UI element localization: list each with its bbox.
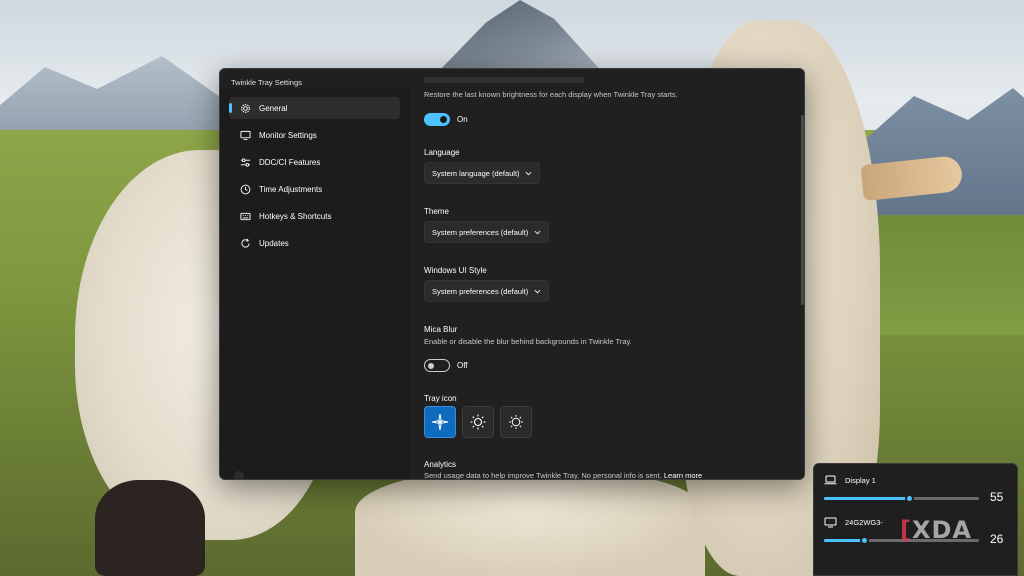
window-title: Twinkle Tray Settings [231, 78, 302, 87]
gear-icon [233, 103, 257, 114]
analytics-description-text: Send usage data to help improve Twinkle … [424, 471, 662, 480]
mica-blur-label: Mica Blur [424, 325, 458, 334]
mica-blur-state: Off [457, 361, 468, 370]
sidebar-item-time-adjustments[interactable]: Time Adjustments [229, 178, 400, 200]
analytics-label: Analytics [424, 460, 457, 469]
wallpaper-sheep-head [95, 480, 205, 576]
keyboard-icon [233, 211, 257, 222]
display-1-brightness-value: 55 [990, 490, 1004, 504]
sidebar-item-label: General [259, 103, 288, 113]
windows-ui-style-value: System preferences (default) [432, 286, 529, 296]
chevron-down-icon [525, 171, 532, 176]
tray-icon-label: Tray icon [424, 394, 457, 403]
restore-brightness-title-clipped [424, 77, 584, 83]
display-2-name: 24G2WG3- [845, 518, 883, 527]
display-2-row: 24G2WG3- [824, 517, 883, 528]
general-settings-panel: Restore the last known brightness for ea… [410, 69, 804, 480]
sidebar-item-hotkeys-shortcuts[interactable]: Hotkeys & Shortcuts [229, 205, 400, 227]
clock-icon [233, 184, 257, 195]
learn-more-link[interactable]: Learn more [664, 471, 702, 479]
active-indicator [229, 103, 232, 113]
wallpaper-sheep-middle [355, 470, 705, 576]
sidebar-item-monitor-settings[interactable]: Monitor Settings [229, 124, 400, 146]
analytics-description: Send usage data to help improve Twinkle … [424, 471, 702, 480]
xda-bracket: [ [900, 516, 912, 544]
language-dropdown[interactable]: System language (default) [424, 162, 540, 184]
display-1-brightness-slider[interactable] [824, 494, 979, 503]
monitor-icon [233, 130, 257, 141]
tray-icon-option-sun-outline[interactable] [500, 406, 532, 438]
tray-icon-option-sun[interactable] [462, 406, 494, 438]
restore-brightness-state: On [457, 115, 468, 124]
slider-thumb[interactable] [905, 494, 915, 503]
restore-brightness-description: Restore the last known brightness for ea… [424, 90, 678, 99]
sidebar-item-updates[interactable]: Updates [229, 232, 400, 254]
refresh-icon [233, 238, 257, 249]
slider-fill [824, 539, 865, 542]
monitor-icon [824, 517, 837, 528]
xda-text: XDA [911, 516, 972, 544]
slider-thumb[interactable] [860, 536, 870, 545]
tray-icon-option-sparkle[interactable] [424, 406, 456, 438]
account-icon[interactable] [234, 471, 244, 479]
theme-dropdown[interactable]: System preferences (default) [424, 221, 549, 243]
display-2-brightness-value: 26 [990, 532, 1004, 546]
theme-label: Theme [424, 207, 449, 216]
sidebar: General Monitor Settings DDC/CI Features… [220, 89, 410, 479]
sidebar-item-ddc-ci-features[interactable]: DDC/CI Features [229, 151, 400, 173]
sun-icon [470, 414, 486, 430]
theme-value: System preferences (default) [432, 227, 529, 237]
chevron-down-icon [534, 289, 541, 294]
language-label: Language [424, 148, 460, 157]
slider-fill [824, 497, 910, 500]
sun-outline-icon [509, 415, 523, 429]
sidebar-item-label: Monitor Settings [259, 130, 317, 140]
sidebar-item-label: Time Adjustments [259, 184, 323, 194]
xda-watermark: [XDA [900, 516, 972, 544]
sidebar-item-label: Updates [259, 238, 289, 248]
scrollbar-thumb[interactable] [801, 115, 804, 305]
language-value: System language (default) [432, 168, 520, 178]
laptop-icon [824, 475, 837, 485]
mica-blur-toggle[interactable] [424, 359, 450, 372]
windows-ui-style-label: Windows UI Style [424, 266, 487, 275]
sparkle-sun-icon [431, 413, 449, 431]
restore-brightness-toggle[interactable] [424, 113, 450, 126]
sidebar-item-label: Hotkeys & Shortcuts [259, 211, 332, 221]
display-1-name: Display 1 [845, 475, 876, 485]
sliders-icon [233, 157, 257, 168]
windows-ui-style-dropdown[interactable]: System preferences (default) [424, 280, 549, 302]
display-1-row: Display 1 [824, 475, 876, 485]
chevron-down-icon [534, 230, 541, 235]
sidebar-item-general[interactable]: General [229, 97, 400, 119]
settings-window: Twinkle Tray Settings — ☐ ✕ General Moni… [219, 68, 805, 480]
sidebar-item-label: DDC/CI Features [259, 157, 321, 167]
mica-blur-description: Enable or disable the blur behind backgr… [424, 337, 632, 346]
